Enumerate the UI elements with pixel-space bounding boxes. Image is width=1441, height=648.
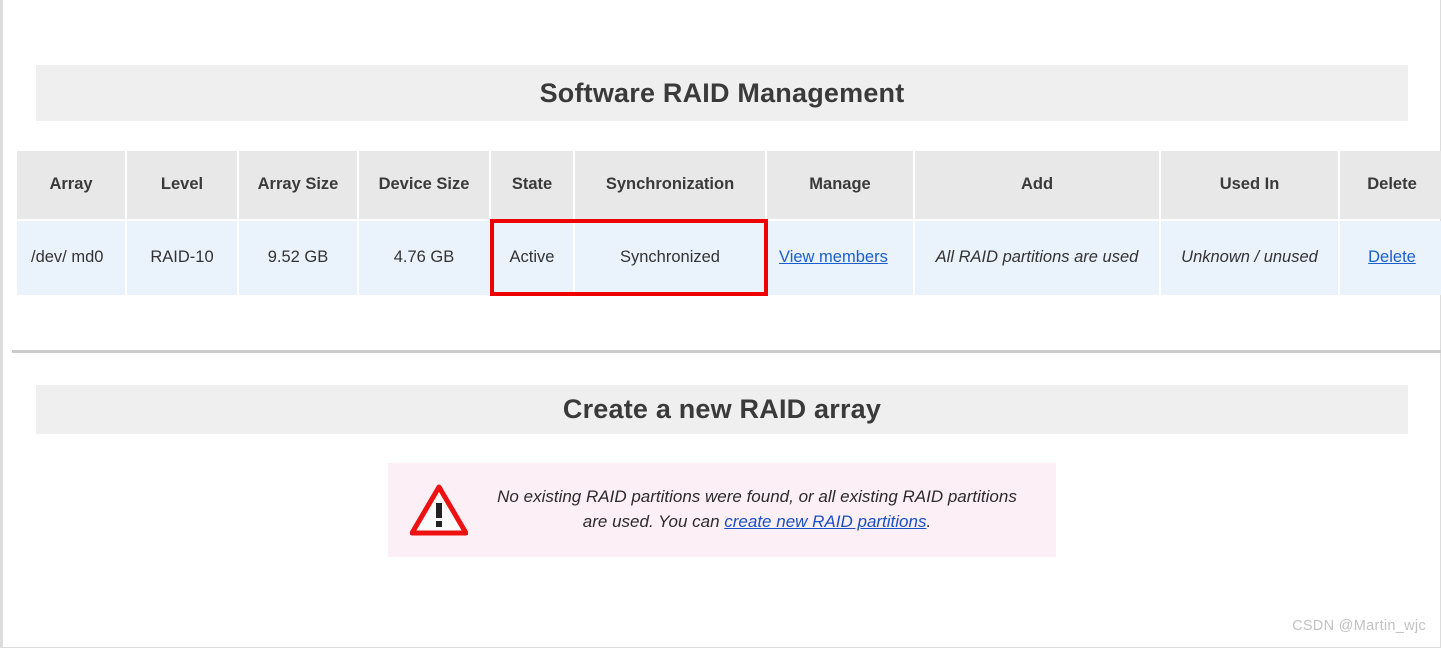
raid-management-page: Software RAID Management Array Level Arr… bbox=[4, 0, 1441, 648]
column-header-array-size: Array Size bbox=[239, 151, 357, 219]
raid-arrays-table: Array Level Array Size Device Size State… bbox=[15, 149, 1441, 297]
warning-triangle-icon bbox=[410, 484, 468, 536]
watermark: CSDN @Martin_wjc bbox=[1292, 618, 1426, 634]
cell-add: All RAID partitions are used bbox=[915, 221, 1159, 295]
cell-used-in: Unknown / unused bbox=[1161, 221, 1338, 295]
page-title: Software RAID Management bbox=[539, 77, 905, 108]
table-header-row: Array Level Array Size Device Size State… bbox=[17, 151, 1441, 219]
create-array-title-banner: Create a new RAID array bbox=[36, 385, 1408, 434]
warning-text-after: . bbox=[926, 512, 932, 531]
cell-device-size: 4.76 GB bbox=[359, 221, 489, 295]
cell-state: Active bbox=[491, 221, 573, 295]
table-row: /dev/ md0 RAID-10 9.52 GB 4.76 GB Active… bbox=[17, 221, 1441, 295]
cell-array: /dev/ md0 bbox=[17, 221, 125, 295]
view-members-link[interactable]: View members bbox=[779, 248, 888, 266]
cell-manage: View members bbox=[767, 221, 913, 295]
no-partitions-warning: No existing RAID partitions were found, … bbox=[388, 463, 1056, 557]
column-header-delete: Delete bbox=[1340, 151, 1441, 219]
column-header-manage: Manage bbox=[767, 151, 913, 219]
create-new-raid-partitions-link[interactable]: create new RAID partitions bbox=[724, 512, 926, 531]
column-header-synchronization: Synchronization bbox=[575, 151, 765, 219]
column-header-add: Add bbox=[915, 151, 1159, 219]
cell-synchronization: Synchronized bbox=[575, 221, 765, 295]
column-header-level: Level bbox=[127, 151, 237, 219]
column-header-array: Array bbox=[17, 151, 125, 219]
cell-delete: Delete bbox=[1340, 221, 1441, 295]
cell-level: RAID-10 bbox=[127, 221, 237, 295]
warning-message: No existing RAID partitions were found, … bbox=[484, 485, 1056, 534]
page-left-border bbox=[0, 0, 3, 648]
create-array-title: Create a new RAID array bbox=[562, 394, 882, 424]
cell-array-size: 9.52 GB bbox=[239, 221, 357, 295]
column-header-used-in: Used In bbox=[1161, 151, 1338, 219]
page-title-banner: Software RAID Management bbox=[36, 65, 1408, 121]
column-header-state: State bbox=[491, 151, 573, 219]
section-divider bbox=[12, 350, 1441, 353]
delete-link[interactable]: Delete bbox=[1368, 248, 1416, 266]
column-header-device-size: Device Size bbox=[359, 151, 489, 219]
